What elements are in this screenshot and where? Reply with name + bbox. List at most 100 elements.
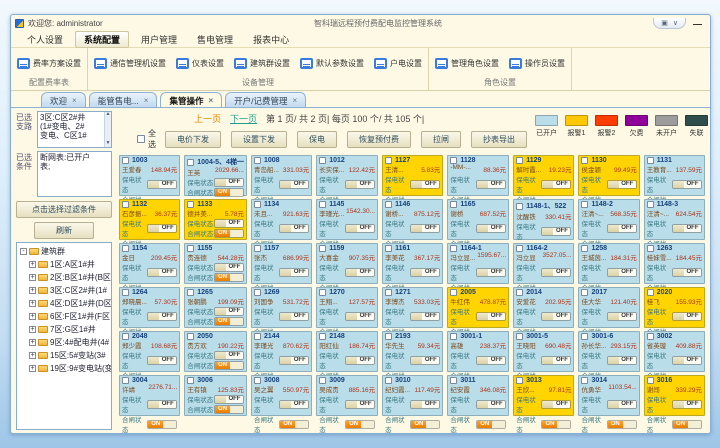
tab-close-icon[interactable]: × (208, 96, 213, 105)
expand-icon[interactable]: + (29, 313, 36, 320)
tree-node-3[interactable]: +4区:D区1#井(D区 (20, 297, 110, 310)
selected-branch-listbox[interactable]: 3区:C区2#井(1#变电、2#变电、C区1# ▲ ▼ (37, 111, 112, 148)
keep-power-toggle[interactable]: OFF (214, 395, 244, 404)
ribbon-button-1-4[interactable]: 户电设置 (374, 58, 422, 69)
card-checkbox[interactable] (450, 245, 457, 252)
tab-close-icon[interactable]: × (144, 96, 149, 105)
keep-power-toggle[interactable]: OFF (147, 180, 177, 189)
meter-card[interactable]: 1263 桂妹雪... 184.45元 保电状态 OFF 合闸状态 ON (644, 243, 705, 284)
meter-card[interactable]: 3004 许靖 2276.71... 保电状态 OFF 合闸状态 ON (119, 375, 180, 416)
meter-card[interactable]: 1148-3 汪清~... 624.54元 保电状态 OFF 合闸状态 ON (644, 199, 705, 240)
meter-card[interactable]: 3001-6 孙长华... 293.15元 保电状态 OFF 合闸状态 ON (578, 331, 639, 372)
keep-power-toggle[interactable]: OFF (410, 400, 440, 409)
keep-power-toggle[interactable]: OFF (214, 351, 244, 360)
meter-card[interactable]: 1003 王爱春 148.94元 保电状态 OFF 合闸状态 ON (119, 155, 180, 196)
expand-icon[interactable]: + (29, 339, 36, 346)
meter-card[interactable]: 2050 贵方欢 190.22元 保电状态 OFF 合闸状态 ON (184, 331, 247, 372)
keep-power-toggle[interactable]: OFF (541, 227, 571, 236)
tree-root[interactable]: - 建筑群 (20, 245, 110, 258)
toolbar-button-3[interactable]: 恢复预付费 (347, 131, 411, 148)
card-checkbox[interactable] (385, 377, 392, 384)
keep-power-toggle[interactable]: OFF (476, 224, 506, 233)
meter-card[interactable]: 2144 李瑾光 870.62元 保电状态 OFF 合闸状态 ON (251, 331, 312, 372)
tab-3[interactable]: 开户/记费管理× (225, 92, 306, 107)
gate-state-toggle[interactable]: ON (541, 420, 571, 429)
keep-power-toggle[interactable]: OFF (147, 400, 177, 409)
card-checkbox[interactable] (450, 289, 457, 296)
keep-power-toggle[interactable]: OFF (541, 268, 571, 277)
tree-node-6[interactable]: +9区:4#配电井(4# (20, 336, 110, 349)
meter-card[interactable]: 1165 谢桥 687.52元 保电状态 OFF 合闸状态 ON (447, 199, 509, 240)
keep-power-toggle[interactable]: OFF (345, 268, 375, 277)
tree-node-4[interactable]: +6区:F区1#井(F区 (20, 310, 110, 323)
collapse-icon[interactable]: - (20, 248, 27, 255)
card-checkbox[interactable] (581, 377, 588, 384)
card-checkbox[interactable] (187, 201, 194, 208)
toolbar-button-5[interactable]: 抄表导出 (471, 131, 527, 148)
card-checkbox[interactable] (516, 203, 523, 210)
expand-icon[interactable]: + (29, 352, 36, 359)
meter-card[interactable]: 3001-1 高雄 238.37元 保电状态 OFF 合闸状态 ON (447, 331, 509, 372)
meter-card[interactable]: 3014 伉勇华 1103.54... 保电状态 OFF 合闸状态 ON (578, 375, 639, 416)
select-all-checkbox[interactable] (137, 135, 145, 143)
meter-card[interactable]: 1159 大喜金 907.35元 保电状态 OFF 合闸状态 ON (316, 243, 378, 284)
prev-page-link[interactable]: 上一页 (194, 112, 221, 125)
card-checkbox[interactable] (450, 157, 457, 164)
meter-card[interactable]: 1258 王城茵... 184.31元 保电状态 OFF 合闸状态 ON (578, 243, 639, 284)
meter-card[interactable]: 1004-5、4梯一 王英 2029.66... 保电状态 OFF 合闸状态 O… (184, 155, 247, 196)
card-checkbox[interactable] (450, 377, 457, 384)
gate-state-toggle[interactable]: ON (345, 420, 375, 429)
keep-power-toggle[interactable]: OFF (476, 180, 506, 189)
keep-power-toggle[interactable]: OFF (476, 400, 506, 409)
keep-power-toggle[interactable]: OFF (279, 180, 309, 189)
meter-card[interactable]: 3013 王欣... 97.81元 保电状态 OFF 合闸状态 ON (513, 375, 574, 416)
menu-item-3[interactable]: 售电管理 (189, 32, 241, 47)
keep-power-toggle[interactable]: OFF (279, 224, 309, 233)
meter-card[interactable]: 2193 华先生 59.34元 保电状态 OFF 合闸状态 ON (382, 331, 443, 372)
keep-power-toggle[interactable]: OFF (541, 180, 571, 189)
card-checkbox[interactable] (647, 201, 654, 208)
expand-icon[interactable]: + (29, 274, 36, 281)
menu-item-1[interactable]: 系统配置 (75, 31, 129, 48)
card-checkbox[interactable] (647, 289, 654, 296)
card-checkbox[interactable] (581, 333, 588, 340)
gate-state-toggle[interactable]: ON (214, 405, 244, 414)
keep-power-toggle[interactable]: OFF (410, 356, 440, 365)
keep-power-toggle[interactable]: OFF (279, 356, 309, 365)
menu-item-2[interactable]: 用户管理 (133, 32, 185, 47)
toolbar-button-4[interactable]: 拉闸 (421, 131, 461, 148)
meter-card[interactable]: 1164-1 冯立显... 1595.67... 保电状态 OFF 合闸状态 O… (447, 243, 509, 284)
toolbar-button-1[interactable]: 设置下发 (231, 131, 287, 148)
keep-power-toggle[interactable]: OFF (147, 356, 177, 365)
keep-power-toggle[interactable]: OFF (410, 180, 440, 189)
card-checkbox[interactable] (254, 377, 261, 384)
meter-card[interactable]: 2048 郑少霞 108.68元 保电状态 OFF 合闸状态 ON (119, 331, 180, 372)
card-checkbox[interactable] (385, 245, 392, 252)
meter-card[interactable]: 1008 青岛船... 331.03元 保电状态 OFF 合闸状态 ON (251, 155, 312, 196)
card-checkbox[interactable] (122, 289, 129, 296)
keep-power-toggle[interactable]: OFF (410, 224, 440, 233)
card-checkbox[interactable] (319, 289, 326, 296)
gate-state-toggle[interactable]: ON (214, 317, 244, 326)
card-checkbox[interactable] (187, 289, 194, 296)
scroll-up-icon[interactable]: ▲ (106, 112, 111, 118)
skin-style-button[interactable]: ▣ ∨ (653, 18, 686, 29)
gate-state-toggle[interactable]: ON (279, 420, 309, 429)
tab-close-icon[interactable]: × (293, 96, 298, 105)
tab-0[interactable]: 欢迎× (41, 92, 86, 107)
expand-icon[interactable]: + (29, 261, 36, 268)
meter-card[interactable]: 1264 郑晓晨... 57.30元 保电状态 OFF 合闸状态 ON (119, 287, 180, 328)
tree-node-0[interactable]: +1区:A区1#井 (20, 258, 110, 271)
next-page-link[interactable]: 下一页 (230, 112, 257, 125)
keep-power-toggle[interactable]: OFF (476, 356, 506, 365)
keep-power-toggle[interactable]: OFF (147, 224, 177, 233)
card-checkbox[interactable] (647, 377, 654, 384)
keep-power-toggle[interactable]: OFF (345, 356, 375, 365)
tree-node-8[interactable]: +19区:9#变电站(变 (20, 362, 110, 375)
keep-power-toggle[interactable]: OFF (410, 312, 440, 321)
ribbon-button-0-0[interactable]: 费率方案设置 (17, 58, 81, 69)
meter-card[interactable]: 1154 金日 209.45元 保电状态 OFF 合闸状态 ON (119, 243, 180, 284)
keep-power-toggle[interactable]: OFF (672, 268, 702, 277)
tab-2[interactable]: 集管操作× (160, 92, 222, 107)
meter-card[interactable]: 1164-2 冯立显 3527.05... 保电状态 OFF 合闸状态 ON (513, 243, 574, 284)
